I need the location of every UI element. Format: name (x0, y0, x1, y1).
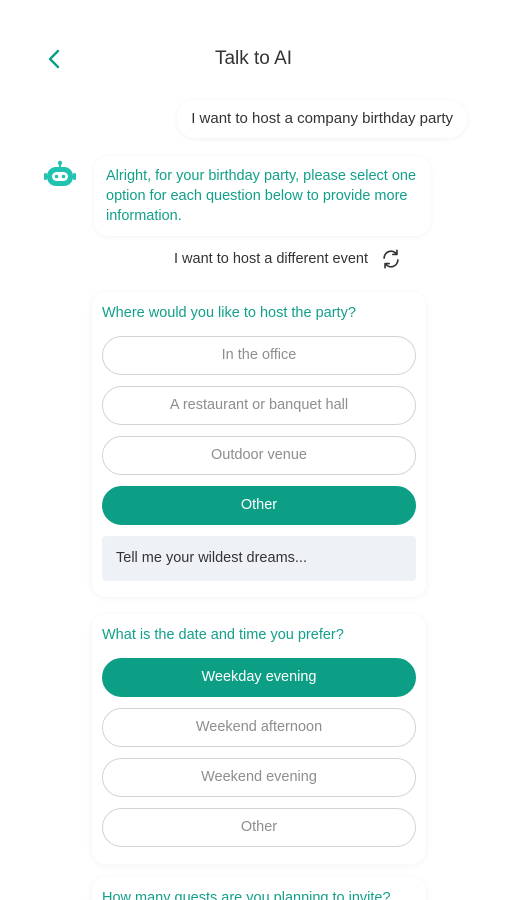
question-card-location: Where would you like to host the party? … (92, 292, 426, 597)
question-card-datetime: What is the date and time you prefer? We… (92, 614, 426, 864)
option-weekend-evening[interactable]: Weekend evening (102, 758, 416, 797)
question-card-guests: How many guests are you planning to invi… (92, 877, 426, 900)
question-datetime: What is the date and time you prefer? (102, 627, 344, 643)
robot-icon (44, 160, 76, 186)
option-weekday-evening-selected[interactable]: Weekday evening (102, 658, 416, 697)
option-restaurant[interactable]: A restaurant or banquet hall (102, 386, 416, 425)
different-event-label: I want to host a different event (174, 251, 368, 267)
page-title: Talk to AI (214, 48, 293, 69)
different-event-button[interactable]: I want to host a different event (174, 246, 402, 272)
refresh-icon[interactable] (380, 248, 402, 270)
option-in-the-office[interactable]: In the office (102, 336, 416, 375)
bot-message: Alright, for your birthday party, please… (94, 156, 430, 236)
option-other-selected[interactable]: Other (102, 486, 416, 525)
option-weekend-afternoon[interactable]: Weekend afternoon (102, 708, 416, 747)
question-guests: How many guests are you planning to invi… (102, 890, 391, 900)
option-outdoor-venue[interactable]: Outdoor venue (102, 436, 416, 475)
user-message: I want to host a company birthday party (177, 100, 467, 138)
header: Talk to AI (0, 38, 507, 82)
option-other[interactable]: Other (102, 808, 416, 847)
question-location: Where would you like to host the party? (102, 305, 356, 321)
custom-location-input[interactable]: Tell me your wildest dreams... (102, 536, 416, 581)
